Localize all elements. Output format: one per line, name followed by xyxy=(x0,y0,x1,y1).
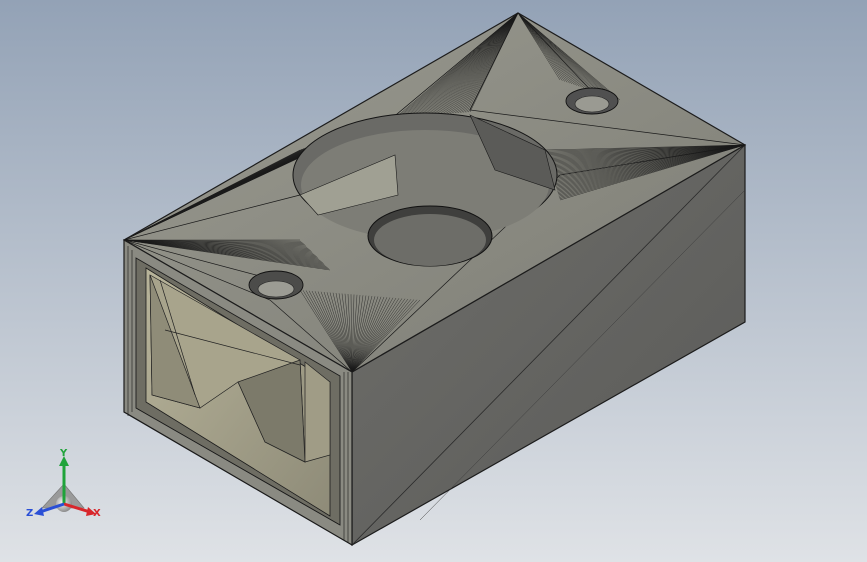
y-axis-label: Y xyxy=(59,448,68,459)
3d-model-view[interactable] xyxy=(0,0,867,562)
z-axis-label: Z xyxy=(26,508,33,519)
screw-hole-rear xyxy=(565,87,619,115)
small-bore xyxy=(367,205,493,267)
screw-hole-front xyxy=(248,270,304,300)
graphics-viewport[interactable]: Y X Z xyxy=(0,0,867,562)
z-axis-arrowhead xyxy=(34,507,44,516)
x-axis-label: X xyxy=(93,508,101,519)
orientation-triad[interactable]: Y X Z xyxy=(22,446,106,530)
